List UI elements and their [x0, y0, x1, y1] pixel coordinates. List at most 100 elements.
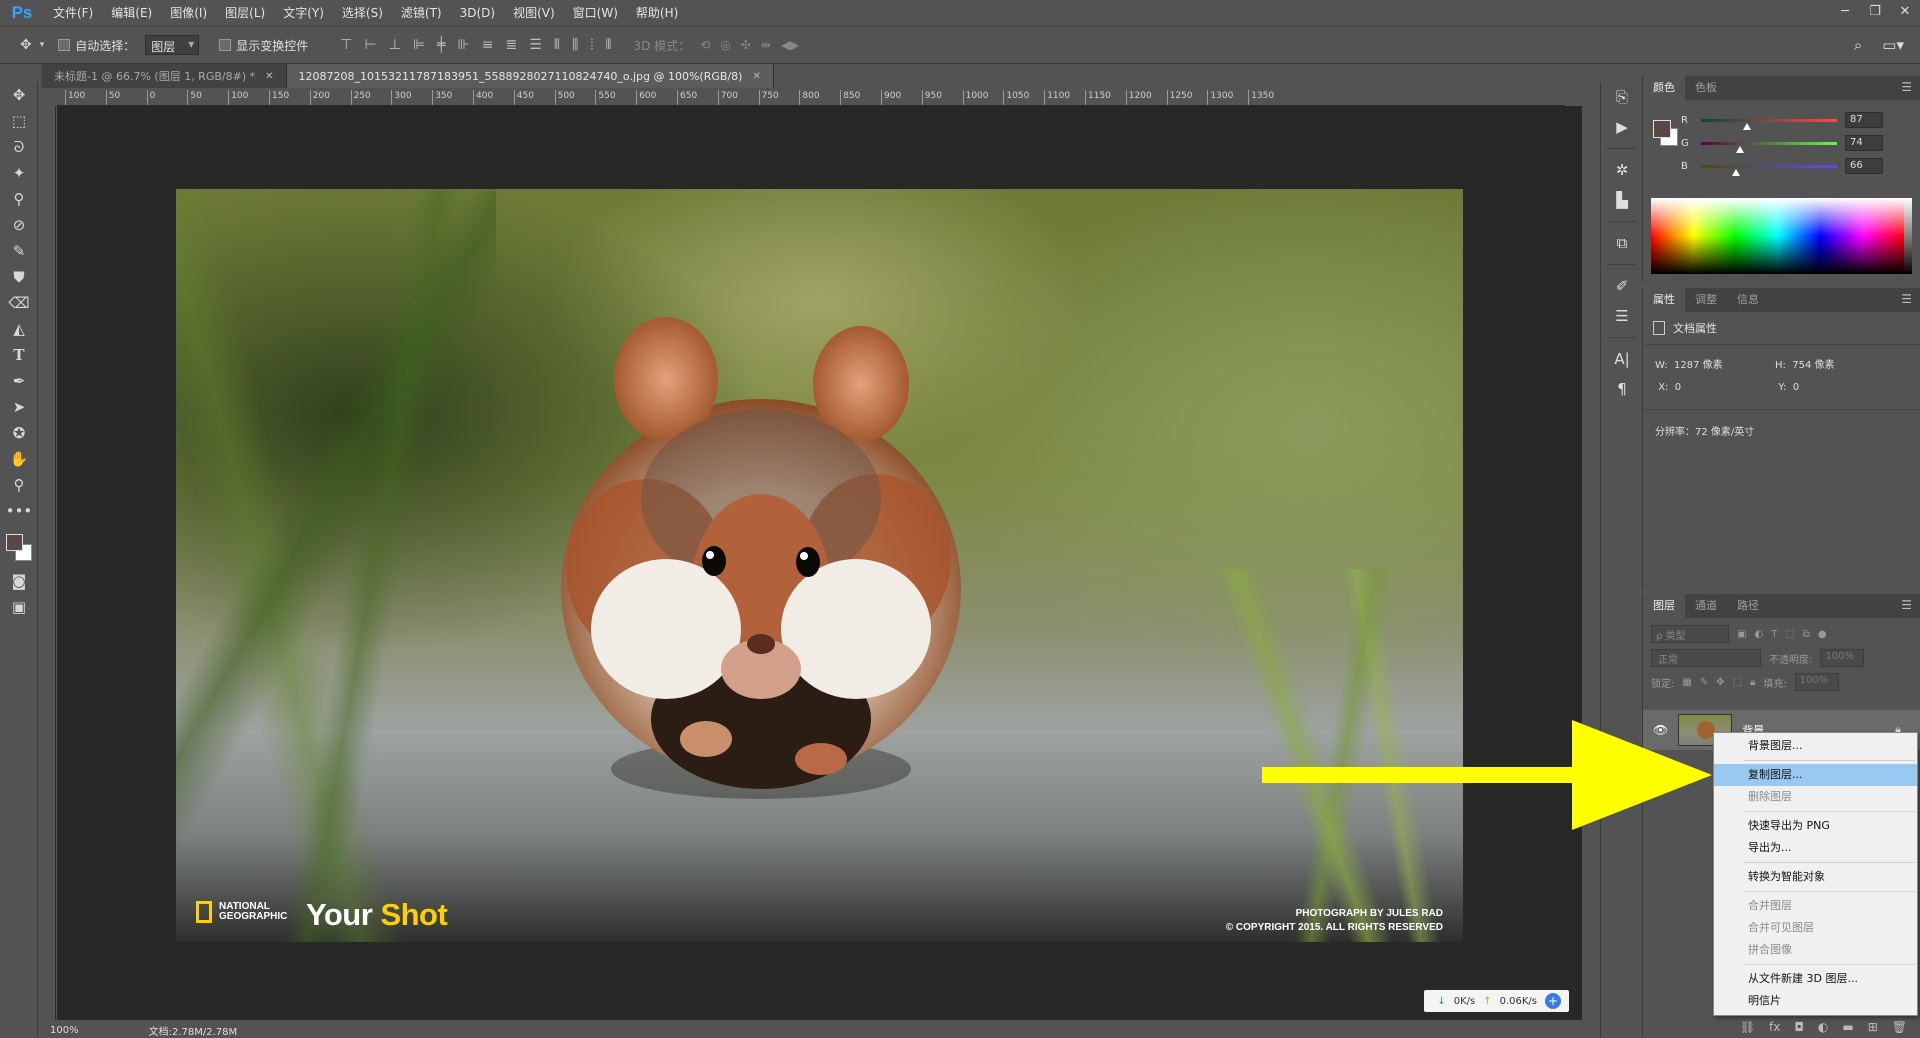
channel-value-field[interactable]: 66	[1845, 158, 1883, 174]
color-spectrum[interactable]	[1651, 198, 1905, 274]
filter-type-icon[interactable]: T	[1771, 629, 1777, 640]
foreground-color-chip[interactable]	[6, 534, 23, 551]
context-menu-item[interactable]: 从文件新建 3D 图层...	[1714, 968, 1917, 990]
tab-layers[interactable]: 图层	[1643, 594, 1685, 618]
document-tab[interactable]: 12087208_10153211787183951_5588928027110…	[286, 64, 774, 88]
restore-icon[interactable]: ❐	[1860, 0, 1890, 26]
tab-swatches[interactable]: 色板	[1685, 76, 1727, 100]
fill-field[interactable]: 100%	[1794, 673, 1839, 691]
grayscale-ramp[interactable]	[1904, 198, 1912, 274]
channel-value-field[interactable]: 87	[1845, 112, 1883, 128]
magic-wand-tool-icon[interactable]: ✦	[0, 160, 38, 186]
new-group-icon[interactable]: ▬	[1842, 1020, 1853, 1034]
menu-item[interactable]: 图像(I)	[161, 0, 216, 26]
3d-scale-icon[interactable]: ◀▶	[781, 38, 799, 52]
panel-menu-icon[interactable]: ☰	[1901, 598, 1912, 612]
panel-menu-icon[interactable]: ☰	[1901, 292, 1912, 306]
delete-layer-icon[interactable]: 🗑︎	[1892, 1020, 1907, 1034]
lock-all-icon[interactable]: 🔒︎	[1750, 677, 1755, 688]
channel-value-field[interactable]: 74	[1845, 135, 1883, 151]
align-vcenter-icon[interactable]: ⊢	[365, 37, 377, 53]
tab-color[interactable]: 颜色	[1643, 76, 1685, 100]
filter-adjustment-icon[interactable]: ◐	[1754, 629, 1763, 640]
menu-item[interactable]: 选择(S)	[333, 0, 392, 26]
opacity-field[interactable]: 100%	[1820, 649, 1865, 667]
move-tool-icon[interactable]: ✥	[20, 37, 32, 53]
menu-item[interactable]: 帮助(H)	[627, 0, 687, 26]
distribute-bottom-icon[interactable]: ☰	[529, 37, 542, 53]
context-menu-item[interactable]: 复制图层...	[1714, 764, 1917, 786]
w-value[interactable]: 1287 像素	[1674, 360, 1723, 371]
align-hcenter-icon[interactable]: ╪	[437, 37, 445, 53]
channel-track[interactable]	[1701, 164, 1837, 176]
channel-track[interactable]	[1701, 141, 1837, 153]
3d-panel-icon[interactable]: ✲	[1601, 155, 1643, 185]
character-panel-icon[interactable]: A|	[1601, 344, 1643, 374]
document-tab[interactable]: 未标题-1 @ 66.7% (图层 1, RGB/8#) * ✕	[42, 64, 287, 88]
fx-icon[interactable]: fx	[1769, 1020, 1780, 1034]
adjustment-layer-icon[interactable]: ◐	[1818, 1020, 1828, 1034]
minimize-icon[interactable]: ─	[1830, 0, 1860, 26]
menu-item[interactable]: 编辑(E)	[102, 0, 161, 26]
menu-item[interactable]: 窗口(W)	[564, 0, 627, 26]
eraser-tool-icon[interactable]: ⌫	[0, 290, 38, 316]
paragraph-panel-icon[interactable]: ¶	[1601, 374, 1643, 404]
close-tab-icon[interactable]: ✕	[265, 71, 273, 82]
align-left-icon[interactable]: ⊫	[413, 37, 425, 53]
lock-transparent-icon[interactable]: ▦	[1682, 677, 1691, 688]
lasso-tool-icon[interactable]: ᘐ	[0, 134, 38, 160]
distribute-vcenter-icon[interactable]: ≣	[505, 37, 517, 53]
channel-track[interactable]	[1701, 118, 1837, 130]
distribute-hcenter-icon[interactable]: ⫼	[572, 37, 578, 53]
eyedropper-tool-icon[interactable]: ⚲	[0, 186, 38, 212]
more-tools-icon[interactable]: •••	[0, 498, 38, 524]
menu-item[interactable]: 视图(V)	[504, 0, 564, 26]
distribute-top-icon[interactable]: ≡	[482, 37, 494, 53]
workspace-icon[interactable]: ▭▾	[1882, 36, 1904, 54]
stamp-tool-icon[interactable]: ⛊	[0, 264, 38, 290]
custom-shape-tool-icon[interactable]: ✪	[0, 420, 38, 446]
network-speed-widget[interactable]: ↓ 0K/s ↑ 0.06K/s +	[1424, 990, 1569, 1012]
3d-roll-icon[interactable]: ◎	[720, 38, 730, 52]
menu-item[interactable]: 图层(L)	[216, 0, 274, 26]
menu-item[interactable]: 3D(D)	[451, 0, 504, 26]
filter-toggle-icon[interactable]: ●	[1818, 629, 1827, 640]
tab-channels[interactable]: 通道	[1685, 594, 1727, 618]
brush-presets-icon[interactable]: ☰	[1601, 301, 1643, 331]
close-tab-icon[interactable]: ✕	[752, 71, 760, 82]
marquee-tool-icon[interactable]: ⬚	[0, 108, 38, 134]
3d-rotate-icon[interactable]: ⟲	[700, 38, 710, 52]
paint-bucket-tool-icon[interactable]: ◭	[0, 316, 38, 342]
slider-thumb[interactable]	[1736, 145, 1745, 153]
move-tool-icon[interactable]: ✥	[0, 82, 38, 108]
lock-position-icon[interactable]: ✥	[1716, 677, 1724, 688]
healing-brush-tool-icon[interactable]: ⊘	[0, 212, 38, 238]
blend-mode-dropdown[interactable]: 正常	[1651, 649, 1761, 667]
foreground-swatch[interactable]	[1653, 120, 1671, 138]
close-icon[interactable]: ✕	[1890, 0, 1920, 26]
layer-filter-kind[interactable]: ρ 类型	[1651, 625, 1729, 643]
pen-tool-icon[interactable]: ✒	[0, 368, 38, 394]
context-menu-item[interactable]: 导出为...	[1714, 837, 1917, 859]
menu-item[interactable]: 文件(F)	[44, 0, 102, 26]
align-bottom-icon[interactable]: ⊥	[389, 37, 401, 53]
path-selection-tool-icon[interactable]: ➤	[0, 394, 38, 420]
clone-source-icon[interactable]: ⧉	[1601, 228, 1643, 258]
context-menu-item[interactable]: 明信片	[1714, 990, 1917, 1012]
auto-align-icon[interactable]: ⫴	[606, 37, 612, 53]
screen-mode-icon[interactable]: ▣	[0, 594, 38, 620]
align-right-icon[interactable]: ⊪	[458, 37, 470, 53]
tab-adjustments[interactable]: 调整	[1685, 288, 1727, 312]
3d-drag-icon[interactable]: ✣	[741, 38, 751, 52]
tab-properties[interactable]: 属性	[1643, 288, 1685, 312]
show-transform-checkbox[interactable]	[219, 39, 232, 51]
menu-item[interactable]: 文字(Y)	[274, 0, 333, 26]
auto-select-dropdown[interactable]: 图层	[145, 35, 200, 55]
filter-smart-object-icon[interactable]: ⧉	[1803, 629, 1810, 640]
actions-play-icon[interactable]: ▶	[1601, 112, 1643, 142]
zoom-tool-icon[interactable]: ⚲	[0, 472, 38, 498]
distribute-left-icon[interactable]: ⦀	[554, 37, 560, 53]
panel-menu-icon[interactable]: ☰	[1901, 80, 1912, 94]
context-menu-item[interactable]: 转换为智能对象	[1714, 866, 1917, 888]
link-layers-icon[interactable]: ⛓	[1740, 1020, 1755, 1034]
